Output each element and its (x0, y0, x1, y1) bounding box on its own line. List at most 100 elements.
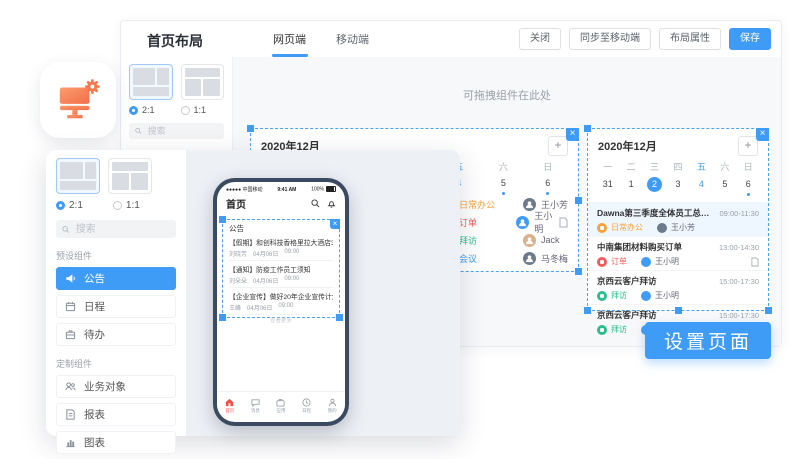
event-item[interactable]: Dawna第三季度全体员工总结会09:00-11:30 日常办公王小芳 (588, 202, 768, 236)
radio-ratio-2-1[interactable]: 2:1 (129, 105, 155, 115)
radio-ratio-1-1[interactable]: 1:1 (181, 105, 207, 115)
tag-icon (597, 223, 607, 233)
layout-thumb-1-1[interactable] (108, 158, 152, 194)
calendar-day[interactable]: 6 (526, 176, 570, 195)
search-input[interactable] (146, 125, 218, 137)
component-search[interactable] (129, 123, 224, 139)
announcement-author: 刘晓芳 (229, 249, 247, 258)
attachment-icon[interactable] (751, 257, 759, 267)
calendar-day[interactable]: 5 (481, 176, 525, 195)
bell-icon[interactable] (327, 199, 336, 208)
event-item[interactable]: 中南集团材料购买订单13:00-14:30 订单王小明 (588, 236, 768, 270)
weekday: 二 (619, 160, 642, 173)
resize-handle[interactable] (219, 216, 226, 223)
schedule-widget-small[interactable]: × 2020年12月 + 一 二 三 四 五 六 日 31 1 2 3 4 5 (587, 128, 769, 311)
item-label: 待办 (84, 327, 105, 342)
page-title: 首页布局 (147, 31, 203, 51)
component-search[interactable] (56, 220, 176, 238)
widget-title: 公告 (229, 223, 333, 234)
sync-to-mobile-button[interactable]: 同步至移动端 (569, 28, 651, 50)
nav-item-messages[interactable]: 消息 (243, 392, 269, 419)
announcement-item[interactable]: 【企业宣传】做好20年企业宣传计划报告会 王峰04月06日09:00 (229, 288, 333, 315)
tab-mobile[interactable]: 移动端 (336, 21, 369, 57)
item-label: 图表 (84, 435, 105, 450)
calendar-day[interactable]: 6 (737, 177, 760, 196)
add-event-button[interactable]: + (548, 136, 568, 156)
calendar-day[interactable]: 1 (619, 177, 642, 196)
announcement-item[interactable]: 【假期】和创科技香格里拉大酒店3层美... 刘晓芳04月06日09:00 (229, 234, 333, 261)
nav-label: 我的 (328, 408, 337, 414)
layout-thumb-1-1[interactable] (181, 64, 225, 100)
tag-label: 订单 (459, 216, 477, 229)
avatar (641, 257, 651, 267)
calendar-day[interactable]: 5 (713, 177, 736, 196)
resize-handle[interactable] (336, 314, 343, 321)
resize-handle[interactable] (219, 314, 226, 321)
sidebar-item-reports[interactable]: 报表 (56, 403, 176, 426)
remove-widget-button[interactable]: × (330, 219, 340, 229)
home-icon (225, 398, 234, 407)
radio-ratio-1-1[interactable]: 1:1 (113, 200, 140, 211)
event-list: Dawna第三季度全体员工总结会09:00-11:30 日常办公王小芳 中南集团… (588, 202, 768, 338)
add-event-button[interactable]: + (738, 136, 758, 156)
resize-handle[interactable] (765, 307, 772, 314)
radio-ratio-2-1[interactable]: 2:1 (56, 200, 83, 211)
tag-icon (597, 291, 607, 301)
weekday: 三 (643, 160, 666, 173)
nav-item-schedule[interactable]: 日程 (294, 392, 320, 419)
layout-thumb-2-1[interactable] (129, 64, 173, 100)
nav-item-apps[interactable]: 应用 (268, 392, 294, 419)
attachment-icon[interactable] (559, 217, 568, 228)
search-icon[interactable] (311, 199, 320, 208)
tag-icon (597, 325, 607, 335)
nav-item-home[interactable]: 首页 (217, 392, 243, 419)
app-icon-tile[interactable] (40, 62, 116, 138)
announcement-item[interactable]: 【通知】防疫工作员工须知 刘朵朵04月06日09:00 (229, 261, 333, 288)
nav-item-me[interactable]: 我的 (319, 392, 345, 419)
announcement-time: 09:00 (278, 303, 293, 312)
sidebar-item-business-objects[interactable]: 业务对象 (56, 375, 176, 398)
monitor-gear-icon (55, 77, 101, 123)
calendar-day-selected[interactable]: 2 (643, 177, 666, 196)
view-more-link[interactable]: 查看更多 (229, 316, 333, 324)
chat-icon (251, 398, 260, 407)
remove-widget-button[interactable]: × (566, 128, 579, 141)
calendar-day[interactable]: 31 (596, 177, 619, 196)
users-icon (65, 381, 76, 392)
search-input[interactable] (74, 223, 170, 236)
calendar-day[interactable]: 3 (666, 177, 689, 196)
setup-page-button[interactable]: 设置页面 (645, 322, 771, 359)
layout-props-button[interactable]: 布局属性 (659, 28, 721, 50)
radio-label: 1:1 (194, 105, 207, 115)
save-button[interactable]: 保存 (729, 28, 771, 50)
calendar-month: 2020年12月 (598, 138, 657, 154)
event-item[interactable]: 京西云客户拜访15:00-17:30 拜访王小明 (588, 270, 768, 304)
resize-handle[interactable] (675, 307, 682, 314)
event-time: 13:00-14:30 (719, 243, 759, 252)
battery-label: 100% (311, 186, 336, 192)
resize-handle[interactable] (247, 125, 254, 132)
resize-handle[interactable] (584, 125, 591, 132)
schedule-entry[interactable]: 会议 马冬梅 (441, 249, 568, 267)
event-title: 京西云客户拜访 (597, 275, 657, 287)
resize-handle[interactable] (575, 268, 582, 275)
close-button[interactable]: 关闭 (519, 28, 561, 50)
layout-thumb-2-1[interactable] (56, 158, 100, 194)
weekday: 五 (690, 160, 713, 173)
event-time: 09:00-11:30 (720, 209, 759, 218)
sidebar-item-schedule[interactable]: 日程 (56, 295, 176, 318)
remove-widget-button[interactable]: × (756, 128, 769, 141)
editor-header: 首页布局 网页端 移动端 关闭 同步至移动端 布局属性 保存 (121, 21, 781, 58)
weekday: 六 (481, 160, 525, 173)
sidebar-item-charts[interactable]: 图表 (56, 431, 176, 454)
carrier-label: ●●●●● 中国移动 (226, 186, 263, 193)
resize-handle[interactable] (575, 197, 582, 204)
calendar-day[interactable]: 4 (690, 177, 713, 196)
resize-handle[interactable] (584, 307, 591, 314)
schedule-entry[interactable]: 订单 王小明 (441, 213, 568, 231)
sidebar-item-announcement[interactable]: 公告 (56, 267, 176, 290)
phone-announcement-widget[interactable]: × 公告 【假期】和创科技香格里拉大酒店3层美... 刘晓芳04月06日09:0… (222, 219, 340, 318)
nav-label: 应用 (276, 408, 285, 414)
sidebar-item-todo[interactable]: 待办 (56, 323, 176, 346)
tab-web[interactable]: 网页端 (273, 21, 306, 57)
